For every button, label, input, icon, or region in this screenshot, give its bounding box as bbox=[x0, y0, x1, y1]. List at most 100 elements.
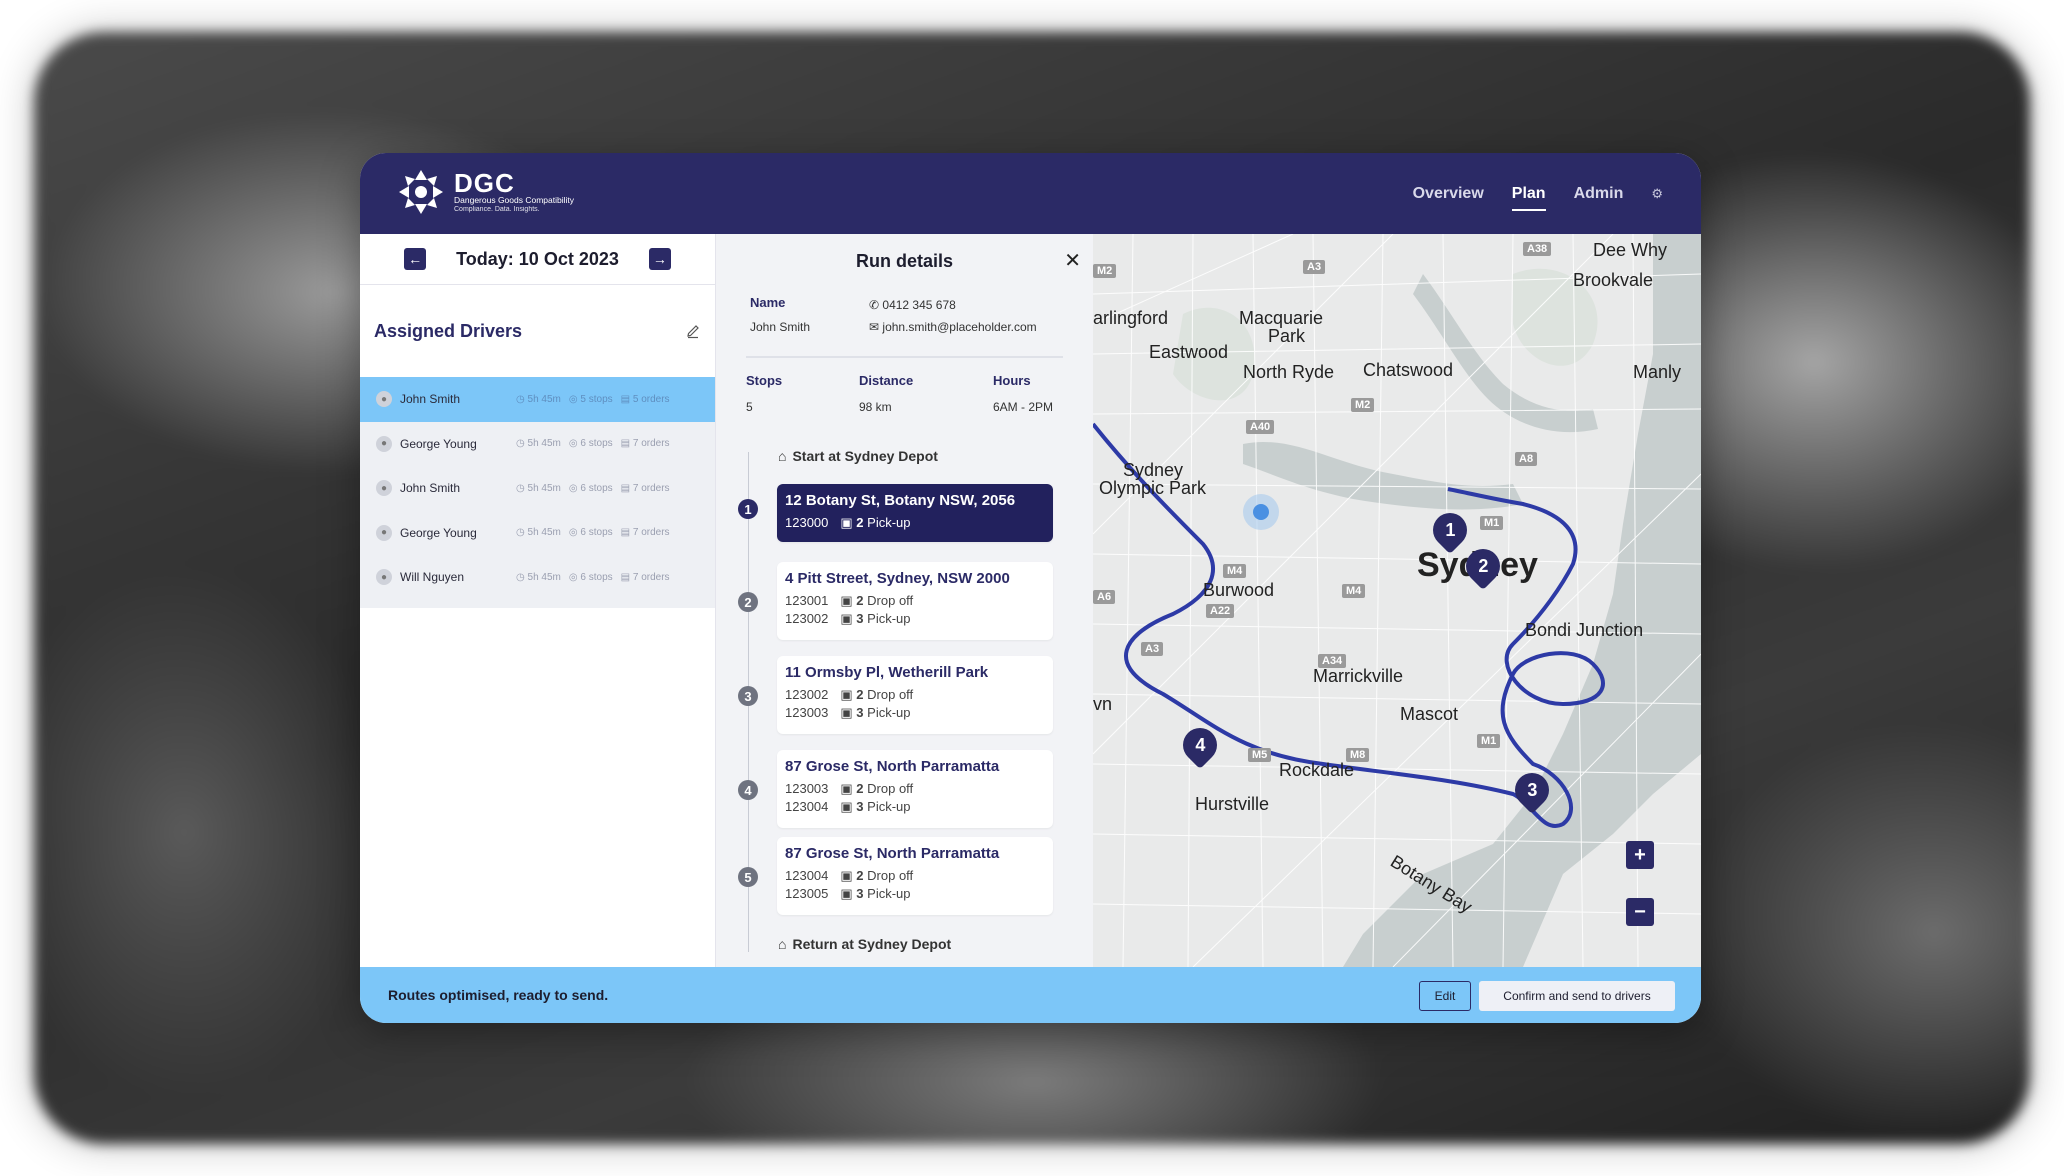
nav-admin[interactable]: Admin bbox=[1574, 179, 1624, 209]
start-depot-label: Start at Sydney Depot bbox=[792, 448, 938, 464]
driver-row[interactable]: ● John Smith ◷ 5h 45m ◎ 5 stops ▤ 5 orde… bbox=[360, 377, 715, 422]
package-icon: ▣ 3 Pick-up bbox=[840, 799, 911, 814]
driver-name: John Smith bbox=[400, 481, 461, 496]
order-line: 123003 ▣ 3 Pick-up bbox=[785, 705, 1045, 721]
phone-icon: ✆ bbox=[869, 298, 880, 312]
driver-row[interactable]: ● John Smith ◷ 5h 45m ◎ 6 stops ▤ 7 orde… bbox=[360, 466, 715, 511]
road-shield: M1 bbox=[1477, 734, 1501, 748]
order-id: 123004 bbox=[785, 799, 829, 814]
brand-logo[interactable]: DGC Dangerous Goods Compatibility Compli… bbox=[396, 167, 574, 217]
stop-card[interactable]: 4 Pitt Street, Sydney, NSW 2000 123001 ▣… bbox=[777, 562, 1053, 640]
road-shield: M8 bbox=[1346, 748, 1370, 762]
close-icon[interactable]: ✕ bbox=[1064, 248, 1081, 273]
return-depot: ⌂ Return at Sydney Depot bbox=[778, 936, 951, 952]
driver-row[interactable]: ● George Young ◷ 5h 45m ◎ 6 stops ▤ 7 or… bbox=[360, 511, 715, 556]
pin-icon: ◎ 6 stops bbox=[568, 527, 613, 539]
stop-number: 4 bbox=[738, 780, 758, 800]
brand-subtagline: Compliance. Data. Insights. bbox=[454, 205, 540, 213]
map-label: arlingford bbox=[1093, 308, 1169, 328]
stops-value: 5 bbox=[746, 400, 753, 414]
order-id: 123001 bbox=[785, 593, 829, 608]
avatar: ● bbox=[376, 480, 392, 497]
document-icon: ▤ 7 orders bbox=[620, 438, 670, 450]
pencil-icon[interactable] bbox=[685, 323, 701, 339]
order-line: 123005 ▣ 3 Pick-up bbox=[785, 886, 1045, 902]
route-map[interactable]: Dee Why Brookvale arlingford Macquarie P… bbox=[1093, 234, 1701, 967]
driver-meta: ◷ 5h 45m ◎ 6 stops ▤ 7 orders bbox=[516, 572, 670, 583]
email-line: ✉ john.smith@placeholder.com bbox=[869, 320, 1037, 334]
action-footer: Routes optimised, ready to send. Edit Co… bbox=[360, 967, 1701, 1023]
document-icon: ▤ 7 orders bbox=[620, 482, 670, 494]
driver-name-value: John Smith bbox=[750, 320, 811, 334]
driver-row[interactable]: ● Will Nguyen ◷ 5h 45m ◎ 6 stops ▤ 7 ord… bbox=[360, 555, 715, 600]
document-icon: ▤ 5 orders bbox=[620, 393, 670, 405]
drivers-header: Assigned Drivers bbox=[360, 285, 715, 377]
driver-list: ● John Smith ◷ 5h 45m ◎ 5 stops ▤ 5 orde… bbox=[360, 377, 715, 608]
return-depot-label: Return at Sydney Depot bbox=[792, 936, 952, 952]
zoom-in-button[interactable]: + bbox=[1626, 841, 1654, 869]
nav-plan[interactable]: Plan bbox=[1511, 179, 1546, 211]
confirm-send-button[interactable]: Confirm and send to drivers bbox=[1479, 981, 1675, 1011]
home-icon: ⌂ bbox=[778, 448, 787, 464]
map-label: Marrickville bbox=[1313, 666, 1403, 686]
road-shield: M4 bbox=[1342, 584, 1366, 598]
clock-icon: ◷ 5h 45m bbox=[516, 438, 561, 450]
nav-overview[interactable]: Overview bbox=[1413, 179, 1484, 209]
name-block: Name John Smith bbox=[750, 295, 810, 334]
arrow-left-icon[interactable]: ← bbox=[404, 248, 427, 270]
edit-button[interactable]: Edit bbox=[1419, 981, 1471, 1011]
order-line: 123003 ▣ 2 Drop off bbox=[785, 781, 1045, 797]
road-shield: A3 bbox=[1303, 260, 1326, 274]
divider bbox=[746, 356, 1063, 358]
stop-card[interactable]: 11 Ormsby Pl, Wetherill Park 123002 ▣ 2 … bbox=[777, 656, 1053, 734]
stop-card[interactable]: 87 Grose St, North Parramatta 123003 ▣ 2… bbox=[777, 750, 1053, 828]
stops-label: Stops bbox=[746, 373, 783, 388]
drivers-title: Assigned Drivers bbox=[374, 320, 523, 341]
road-shield: A40 bbox=[1246, 420, 1275, 434]
arrow-right-icon[interactable]: → bbox=[648, 248, 671, 270]
avatar: ● bbox=[376, 391, 392, 408]
driver-meta: ◷ 5h 45m ◎ 6 stops ▤ 7 orders bbox=[516, 483, 670, 494]
order-id: 123003 bbox=[785, 781, 829, 796]
status-message: Routes optimised, ready to send. bbox=[388, 987, 609, 1003]
stop-address: 87 Grose St, North Parramatta bbox=[785, 758, 1000, 775]
zoom-out-button[interactable]: − bbox=[1626, 898, 1654, 926]
driver-row[interactable]: ● George Young ◷ 5h 45m ◎ 6 stops ▤ 7 or… bbox=[360, 422, 715, 467]
order-line: 123002 ▣ 3 Pick-up bbox=[785, 611, 1045, 627]
stop-card[interactable]: 12 Botany St, Botany NSW, 2056 123000 ▣ … bbox=[777, 484, 1053, 542]
stop-number: 5 bbox=[738, 867, 758, 887]
run-details-panel: Run details ✕ Name John Smith ✆ 0412 345… bbox=[715, 234, 1093, 967]
stop-card[interactable]: 87 Grose St, North Parramatta 123004 ▣ 2… bbox=[777, 837, 1053, 915]
date-navigator: ← Today: 10 Oct 2023 → bbox=[360, 234, 715, 285]
road-shield: A38 bbox=[1523, 242, 1552, 256]
driver-meta: ◷ 5h 45m ◎ 6 stops ▤ 7 orders bbox=[516, 527, 670, 538]
brand-tagline: Dangerous Goods Compatibility bbox=[454, 194, 575, 205]
order-line: 123002 ▣ 2 Drop off bbox=[785, 687, 1045, 703]
order-line: 123000 ▣ 2 Pick-up bbox=[785, 515, 1045, 531]
package-icon: ▣ 3 Pick-up bbox=[840, 886, 911, 901]
distance-stat: Distance 98 km bbox=[859, 373, 913, 414]
stop-number: 3 bbox=[738, 686, 758, 706]
map-label: Rockdale bbox=[1279, 760, 1355, 780]
pin-icon: ◎ 5 stops bbox=[568, 393, 613, 405]
name-label: Name bbox=[750, 295, 786, 310]
road-shield: M2 bbox=[1093, 264, 1117, 278]
road-shield: A22 bbox=[1206, 604, 1235, 618]
road-shield: A3 bbox=[1141, 642, 1164, 656]
road-shield: M5 bbox=[1248, 748, 1272, 762]
map-label: vn bbox=[1093, 694, 1113, 714]
mail-icon: ✉ bbox=[869, 320, 880, 334]
road-shield: M4 bbox=[1223, 564, 1247, 578]
hours-stat: Hours 6AM - 2PM bbox=[993, 373, 1053, 414]
home-icon: ⌂ bbox=[778, 936, 787, 952]
gear-icon[interactable]: ⚙ bbox=[1651, 186, 1663, 202]
contact-block: ✆ 0412 345 678 ✉ john.smith@placeholder.… bbox=[869, 298, 1037, 334]
document-icon: ▤ 7 orders bbox=[620, 571, 670, 583]
map-label: Manly bbox=[1633, 362, 1682, 382]
package-icon: ▣ 2 Drop off bbox=[840, 781, 914, 796]
map-label: Dee Why bbox=[1593, 240, 1668, 260]
stop-address: 87 Grose St, North Parramatta bbox=[785, 845, 1000, 862]
driver-meta: ◷ 5h 45m ◎ 6 stops ▤ 7 orders bbox=[516, 438, 670, 449]
phone-value: 0412 345 678 bbox=[882, 298, 956, 312]
order-id: 123005 bbox=[785, 886, 829, 901]
